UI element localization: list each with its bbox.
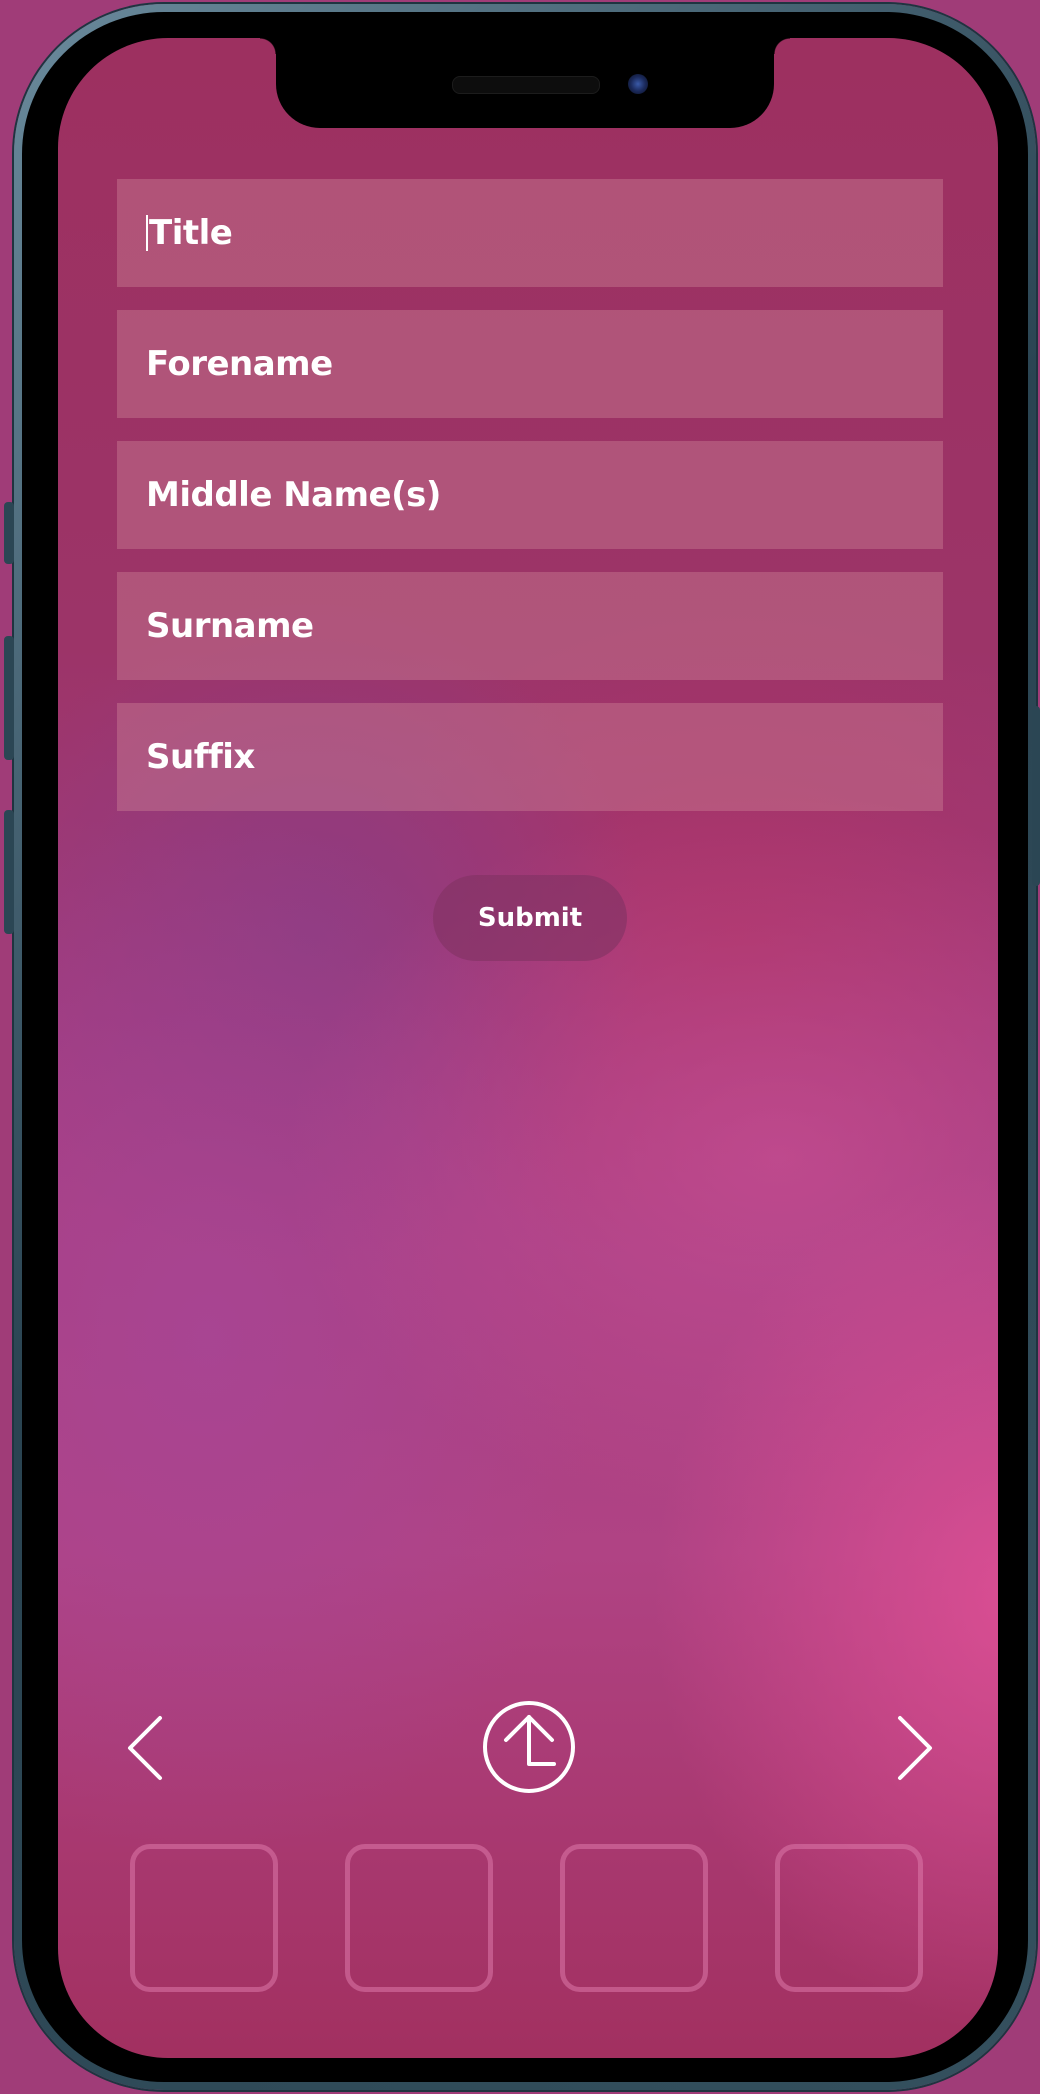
forename-field-placeholder: Forename: [146, 344, 333, 384]
volume-down-button: [4, 810, 14, 934]
surname-field-placeholder: Surname: [146, 606, 314, 646]
text-caret: [146, 215, 148, 251]
suffix-field[interactable]: Suffix: [117, 703, 943, 811]
earpiece-speaker: [452, 76, 600, 94]
chevron-left-icon: [128, 1716, 162, 1780]
title-field[interactable]: Title: [117, 179, 943, 287]
chevron-right-icon: [898, 1716, 932, 1780]
upload-icon: [483, 1701, 575, 1793]
surname-field[interactable]: Surname: [117, 572, 943, 680]
power-button: [1032, 706, 1040, 886]
middle-names-field[interactable]: Middle Name(s): [117, 441, 943, 549]
middle-names-field-placeholder: Middle Name(s): [146, 475, 441, 515]
app-screen: Title Forename Middle Name(s) Surname Su…: [58, 38, 998, 2058]
silent-switch: [4, 502, 14, 564]
thumbnail-slot-1[interactable]: [130, 1844, 278, 1992]
suffix-field-placeholder: Suffix: [146, 737, 255, 777]
thumbnail-slot-4[interactable]: [775, 1844, 923, 1992]
notch: [260, 38, 790, 128]
thumbnail-slot-3[interactable]: [560, 1844, 708, 1992]
back-button[interactable]: [116, 1708, 176, 1788]
title-field-placeholder: Title: [149, 213, 233, 253]
volume-up-button: [4, 636, 14, 760]
forward-button[interactable]: [884, 1708, 944, 1788]
forename-field[interactable]: Forename: [117, 310, 943, 418]
front-camera: [628, 74, 648, 94]
upload-button[interactable]: [482, 1700, 576, 1794]
submit-button[interactable]: Submit: [433, 875, 627, 961]
thumbnail-slot-2[interactable]: [345, 1844, 493, 1992]
